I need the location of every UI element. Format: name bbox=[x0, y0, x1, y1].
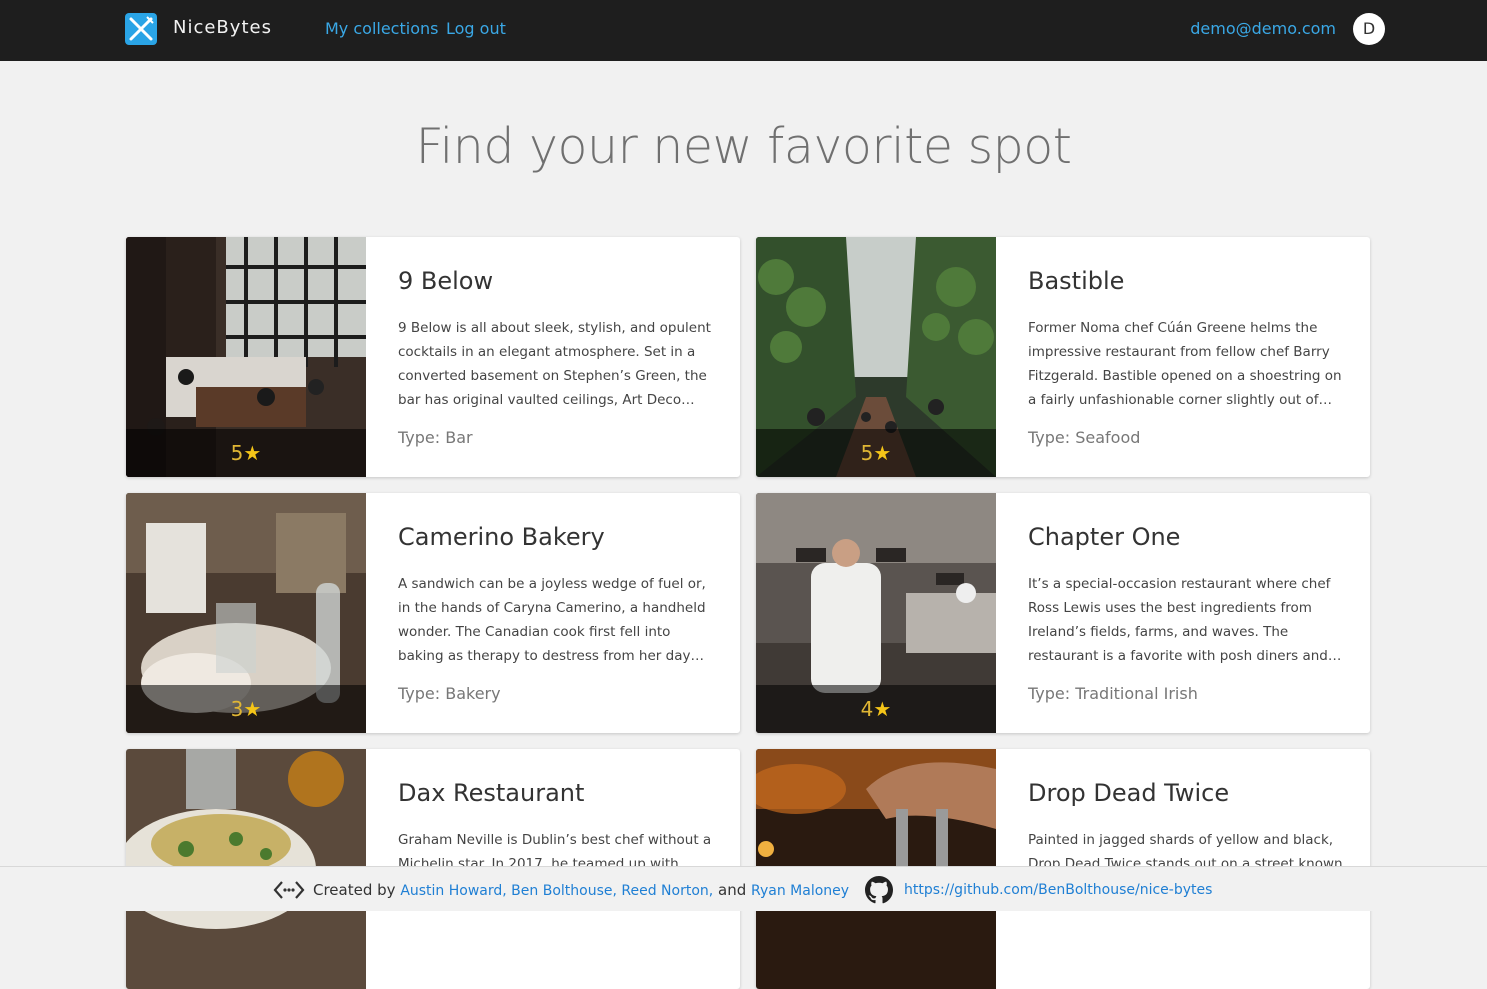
star-icon: ★ bbox=[243, 441, 262, 465]
user-email[interactable]: demo@demo.com bbox=[1190, 19, 1336, 38]
restaurant-photo: 3★ bbox=[126, 493, 366, 733]
rating-bar: 3★ bbox=[126, 685, 366, 733]
star-icon: ★ bbox=[243, 697, 262, 721]
repo-link[interactable]: https://github.com/BenBolthouse/nice-byt… bbox=[904, 882, 1212, 898]
and-label: and bbox=[718, 881, 747, 899]
restaurant-name[interactable]: Camerino Bakery bbox=[398, 521, 714, 553]
restaurant-description: Former Noma chef Cúán Greene helms the i… bbox=[1028, 320, 1342, 408]
restaurant-name[interactable]: Bastible bbox=[1028, 265, 1344, 297]
brand-name[interactable]: NiceBytes bbox=[173, 17, 272, 38]
nav-my-collections[interactable]: My collections bbox=[325, 19, 438, 38]
restaurant-type: Type: Traditional Irish bbox=[1028, 684, 1198, 703]
restaurant-name[interactable]: Chapter One bbox=[1028, 521, 1344, 553]
nav-log-out[interactable]: Log out bbox=[446, 19, 506, 38]
rating: 5★ bbox=[860, 441, 892, 465]
author-link[interactable]: Ryan Maloney bbox=[751, 883, 849, 899]
restaurant-card[interactable]: 5★ 9 Below 9 Below is all about sleek, s… bbox=[126, 237, 740, 477]
github-icon[interactable] bbox=[865, 876, 893, 904]
rating-bar: 5★ bbox=[756, 429, 996, 477]
code-icon bbox=[273, 881, 305, 899]
avatar[interactable]: D bbox=[1353, 13, 1385, 45]
rating-bar: 5★ bbox=[126, 429, 366, 477]
restaurant-name[interactable]: 9 Below bbox=[398, 265, 714, 297]
restaurant-description: It’s a special-occasion restaurant where… bbox=[1028, 576, 1342, 664]
restaurant-type: Type: Bakery bbox=[398, 684, 501, 703]
restaurant-card[interactable]: 3★ Camerino Bakery A sandwich can be a j… bbox=[126, 493, 740, 733]
star-icon: ★ bbox=[873, 697, 892, 721]
page-title: Find your new favorite spot bbox=[415, 118, 1072, 175]
restaurant-photo: 4★ bbox=[756, 493, 996, 733]
restaurant-photo: 5★ bbox=[126, 237, 366, 477]
rating-bar: 4★ bbox=[756, 685, 996, 733]
restaurant-description: A sandwich can be a joyless wedge of fue… bbox=[398, 576, 706, 664]
star-icon: ★ bbox=[873, 441, 892, 465]
restaurant-card[interactable]: 4★ Chapter One It’s a special-occasion r… bbox=[756, 493, 1370, 733]
rating: 4★ bbox=[860, 697, 892, 721]
rating: 5★ bbox=[230, 441, 262, 465]
footer: Created by Austin Howard, Ben Bolthouse,… bbox=[0, 866, 1487, 911]
restaurant-name[interactable]: Dax Restaurant bbox=[398, 777, 714, 809]
top-navbar: NiceBytes My collections Log out demo@de… bbox=[0, 0, 1487, 61]
restaurant-name[interactable]: Drop Dead Twice bbox=[1028, 777, 1344, 809]
restaurant-type: Type: Bar bbox=[398, 428, 473, 447]
created-by-label: Created by bbox=[313, 881, 396, 899]
restaurant-card[interactable]: 5★ Bastible Former Noma chef Cúán Greene… bbox=[756, 237, 1370, 477]
fork-knife-icon[interactable] bbox=[125, 13, 157, 45]
restaurant-type: Type: Seafood bbox=[1028, 428, 1141, 447]
restaurant-photo: 5★ bbox=[756, 237, 996, 477]
authors-link[interactable]: Austin Howard, Ben Bolthouse, Reed Norto… bbox=[400, 883, 713, 899]
restaurant-description: 9 Below is all about sleek, stylish, and… bbox=[398, 320, 711, 408]
credits: Created by Austin Howard, Ben Bolthouse,… bbox=[313, 881, 849, 899]
rating: 3★ bbox=[230, 697, 262, 721]
